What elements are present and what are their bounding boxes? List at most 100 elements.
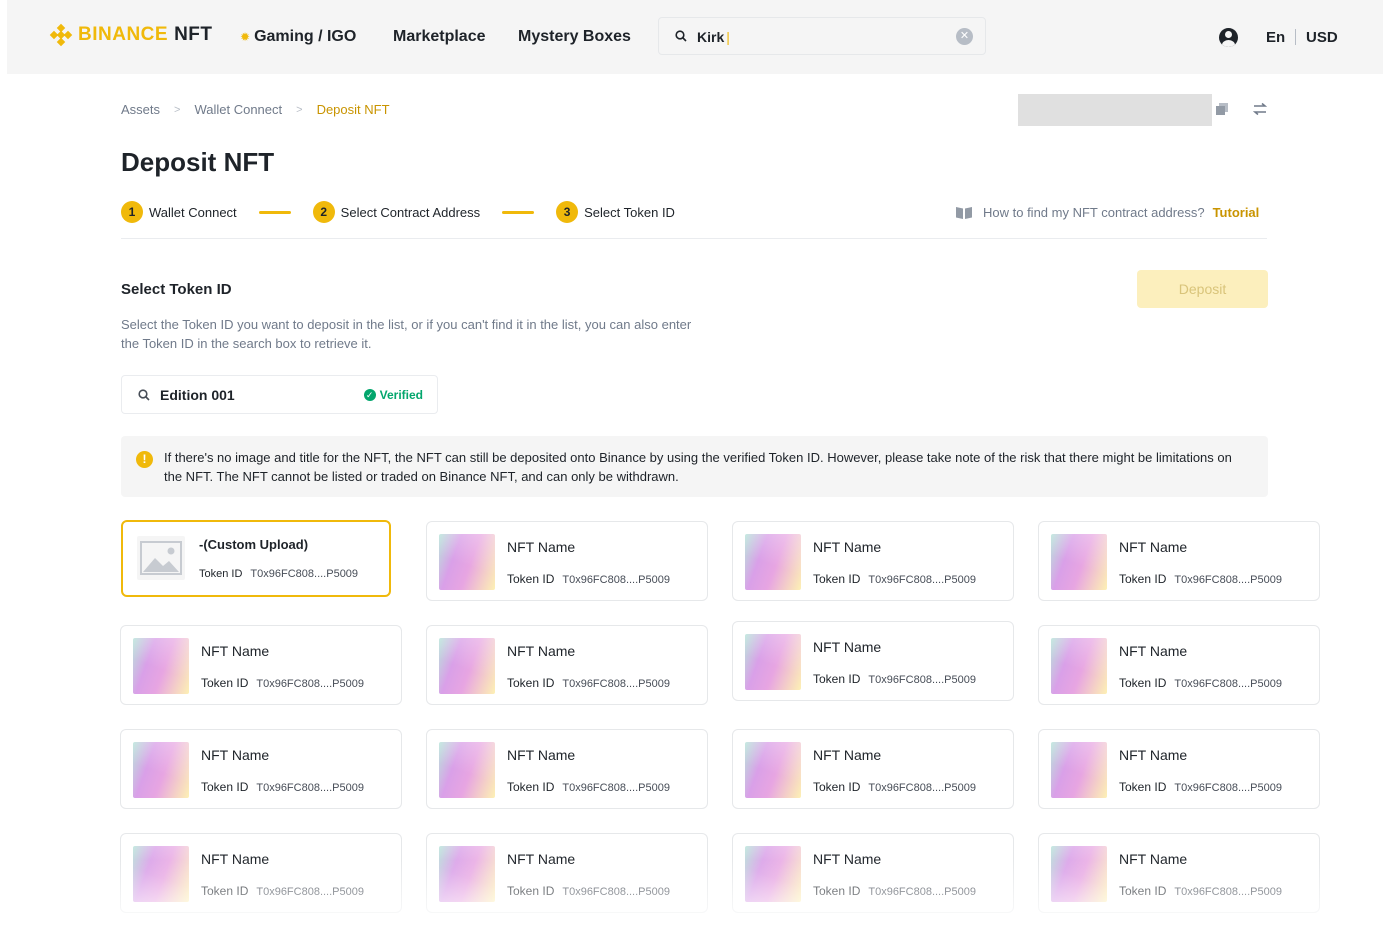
- brand-name: BINANCE: [78, 24, 169, 45]
- book-icon: [956, 206, 972, 219]
- nft-card-custom-upload[interactable]: -(Custom Upload) Token ID T0x96FC808....P…: [121, 520, 391, 597]
- nft-name: NFT Name: [813, 747, 882, 763]
- deposit-button[interactable]: Deposit: [1137, 270, 1268, 308]
- nft-card[interactable]: NFT Name Token ID T0x96FC808....P5009: [120, 729, 402, 809]
- nft-card[interactable]: NFT Name Token ID T0x96FC808....P5009: [732, 521, 1014, 601]
- nft-card[interactable]: NFT Name Token ID T0x96FC808....P5009: [1038, 729, 1320, 809]
- nav-gaming-label: Gaming / IGO: [254, 28, 357, 45]
- nft-thumbnail: [1051, 742, 1107, 798]
- token-id-label: Token ID: [201, 884, 249, 898]
- token-id-value: T0x96FC808....P5009: [562, 886, 670, 898]
- nft-card[interactable]: NFT Name Token ID T0x96FC808....P5009: [426, 521, 708, 601]
- nft-card[interactable]: NFT Name Token ID T0x96FC808....P5009: [120, 625, 402, 705]
- breadcrumb: Assets > Wallet Connect > Deposit NFT: [121, 102, 390, 117]
- nft-thumbnail: [133, 742, 189, 798]
- token-id: Token ID T0x96FC808....P5009: [201, 780, 364, 794]
- nft-card[interactable]: NFT Name Token ID T0x96FC808....P5009: [426, 729, 708, 809]
- token-id-label: Token ID: [199, 568, 243, 580]
- token-id-label: Token ID: [507, 572, 555, 586]
- token-id: Token ID T0x96FC808....P5009: [201, 884, 364, 898]
- token-id: Token ID T0x96FC808....P5009: [813, 672, 976, 686]
- nft-thumbnail: [133, 846, 189, 902]
- token-id-label: Token ID: [813, 884, 861, 898]
- breadcrumb-wallet-connect[interactable]: Wallet Connect: [194, 102, 282, 117]
- tutorial-link[interactable]: Tutorial: [1213, 205, 1260, 220]
- token-id-label: Token ID: [1119, 884, 1167, 898]
- nav-gaming-igo[interactable]: ✹ Gaming / IGO: [240, 28, 356, 46]
- token-id-label: Token ID: [1119, 676, 1167, 690]
- token-id-label: Token ID: [507, 780, 555, 794]
- nft-name: NFT Name: [201, 643, 270, 659]
- token-id-value: T0x96FC808....P5009: [256, 678, 364, 690]
- nav-mystery-boxes[interactable]: Mystery Boxes: [518, 28, 631, 46]
- verified-label: Verified: [379, 388, 423, 402]
- top-nav: BINANCE NFT ✹ Gaming / IGO Marketplace Mys…: [7, 0, 1383, 74]
- section-title: Select Token ID: [121, 281, 232, 298]
- chevron-right-icon: >: [296, 103, 303, 116]
- nft-thumbnail: [439, 846, 495, 902]
- check-circle-icon: ✓: [363, 389, 376, 401]
- nft-thumbnail: [745, 634, 801, 690]
- brand-wordmark: BINANCE NFT: [78, 24, 213, 46]
- copy-icon[interactable]: [1216, 103, 1228, 115]
- nft-card[interactable]: NFT Name Token ID T0x96FC808....P5009: [1038, 625, 1320, 705]
- warning-icon: !: [136, 451, 153, 468]
- nft-name: NFT Name: [507, 643, 576, 659]
- nft-thumbnail: [745, 742, 801, 798]
- nft-thumbnail: [1051, 534, 1107, 590]
- nft-name: NFT Name: [1119, 643, 1188, 659]
- step-wallet-connect: 1 Wallet Connect: [121, 201, 237, 223]
- global-search-input[interactable]: Kirk | ✕: [658, 17, 986, 55]
- token-id-label: Token ID: [1119, 780, 1167, 794]
- nft-card[interactable]: NFT Name Token ID T0x96FC808....P5009: [732, 833, 1014, 913]
- token-id-value: T0x96FC808....P5009: [868, 574, 976, 586]
- nft-card[interactable]: NFT Name Token ID T0x96FC808....P5009: [732, 621, 1014, 701]
- token-id-value: T0x96FC808....P5009: [562, 678, 670, 690]
- nft-name: NFT Name: [813, 539, 882, 555]
- step-number: 3: [556, 201, 579, 223]
- nft-card[interactable]: NFT Name Token ID T0x96FC808....P5009: [426, 833, 708, 913]
- nft-card[interactable]: NFT Name Token ID T0x96FC808....P5009: [120, 833, 402, 913]
- language-selector[interactable]: En: [1266, 29, 1285, 46]
- binance-nft-logo[interactable]: BINANCE NFT: [49, 23, 213, 47]
- nft-thumbnail: [439, 534, 495, 590]
- image-placeholder-icon: [137, 536, 185, 580]
- user-account-icon[interactable]: [1219, 28, 1238, 47]
- clear-search-icon[interactable]: ✕: [956, 28, 973, 45]
- nft-name: NFT Name: [507, 747, 576, 763]
- text-cursor: |: [726, 29, 730, 45]
- token-id-value: T0x96FC808....P5009: [562, 574, 670, 586]
- verified-badge: ✓ Verified: [363, 388, 423, 402]
- nav-marketplace[interactable]: Marketplace: [393, 28, 486, 46]
- token-id-value: T0x96FC808....P5009: [562, 782, 670, 794]
- currency-selector[interactable]: USD: [1306, 29, 1338, 46]
- token-id-label: Token ID: [507, 884, 555, 898]
- step-select-token: 3 Select Token ID: [556, 201, 675, 223]
- token-id: Token ID T0x96FC808....P5009: [507, 676, 670, 690]
- nft-name: NFT Name: [201, 851, 270, 867]
- nft-card[interactable]: NFT Name Token ID T0x96FC808....P5009: [732, 729, 1014, 809]
- nft-card[interactable]: NFT Name Token ID T0x96FC808....P5009: [1038, 521, 1320, 601]
- nft-thumbnail: [1051, 638, 1107, 694]
- search-icon: [138, 389, 150, 401]
- nft-card[interactable]: NFT Name Token ID T0x96FC808....P5009: [426, 625, 708, 705]
- token-id-value: T0x96FC808....P5009: [1174, 574, 1282, 586]
- warning-notice: ! If there's no image and title for the …: [121, 436, 1268, 497]
- token-id-search-input[interactable]: Edition 001 ✓ Verified: [121, 375, 438, 414]
- global-search-value: Kirk: [697, 29, 725, 45]
- breadcrumb-assets[interactable]: Assets: [121, 102, 160, 117]
- nav-divider: [1295, 29, 1296, 45]
- nft-thumbnail: [439, 742, 495, 798]
- token-id-value: T0x96FC808....P5009: [256, 782, 364, 794]
- nft-name: NFT Name: [1119, 851, 1188, 867]
- page-title: Deposit NFT: [121, 147, 275, 177]
- step-label: Wallet Connect: [149, 204, 237, 220]
- nft-card[interactable]: NFT Name Token ID T0x96FC808....P5009: [1038, 833, 1320, 913]
- nft-name: NFT Name: [1119, 747, 1188, 763]
- token-id: Token ID T0x96FC808....P5009: [201, 676, 364, 690]
- token-id: Token ID T0x96FC808....P5009: [507, 572, 670, 586]
- swap-icon[interactable]: [1253, 102, 1267, 116]
- nft-thumbnail: [745, 534, 801, 590]
- chevron-right-icon: >: [174, 103, 181, 116]
- token-id-label: Token ID: [813, 780, 861, 794]
